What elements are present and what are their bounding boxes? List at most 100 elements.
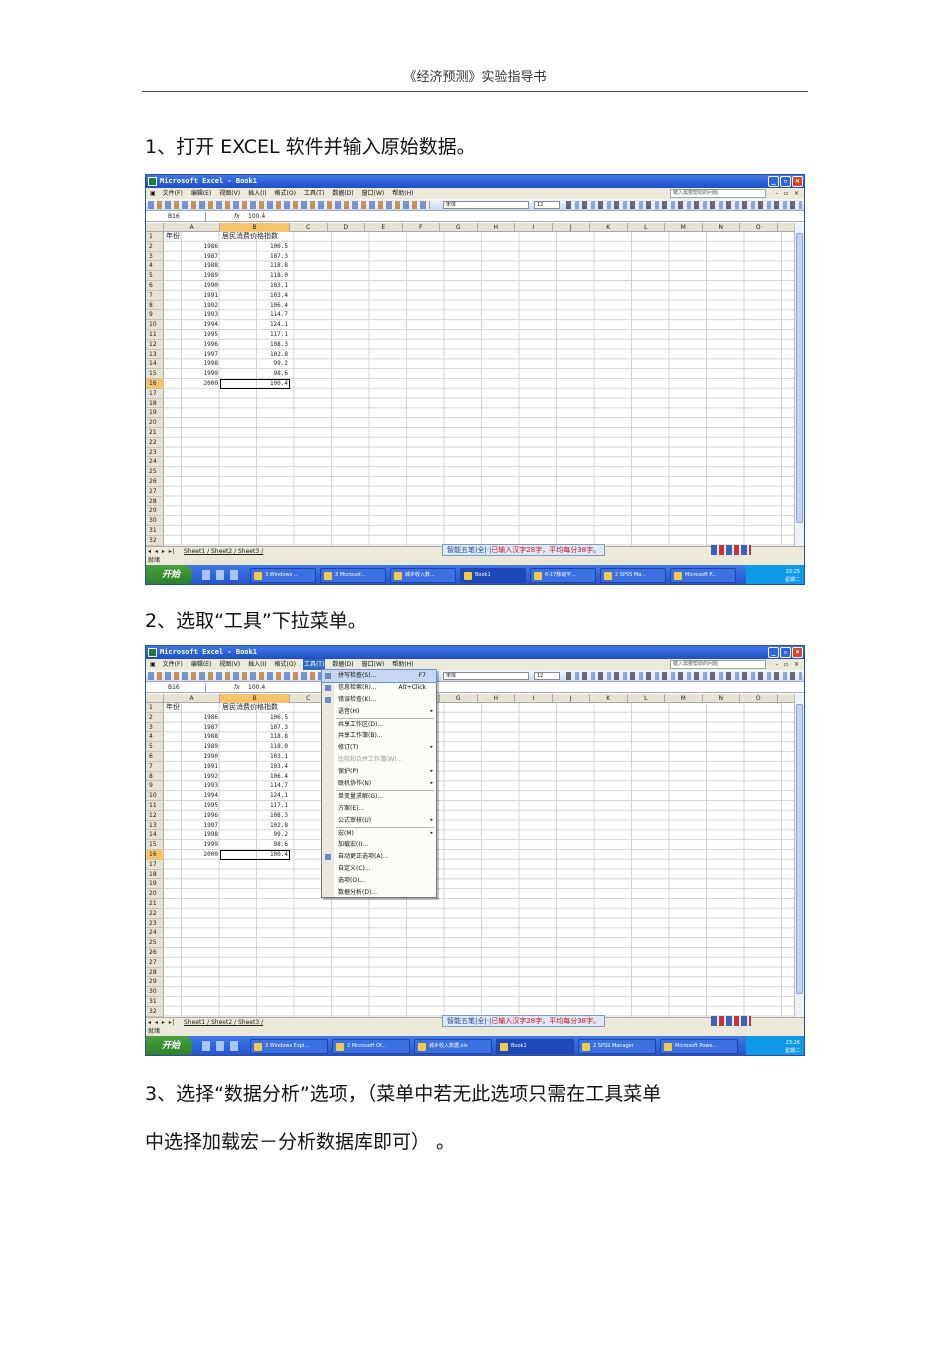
row-header[interactable]: 4 — [146, 732, 164, 743]
cell-cpi[interactable]: 98.6 — [220, 840, 290, 850]
scroll-thumb[interactable] — [796, 704, 803, 994]
cell-year[interactable]: 1990 — [164, 281, 220, 291]
cell-cpi[interactable]: 117.1 — [220, 330, 290, 340]
row-header[interactable]: 10 — [146, 791, 164, 801]
font-size-select[interactable]: 12 — [534, 672, 560, 680]
column-header[interactable]: G — [440, 694, 478, 703]
row-header[interactable]: 9 — [146, 310, 164, 321]
row-header[interactable]: 24 — [146, 928, 164, 939]
taskbar-item[interactable]: 6-17移动平... — [530, 568, 596, 583]
document-window-controls[interactable]: - ▫ × — [776, 188, 801, 199]
menu-item-4[interactable]: 格式(O) — [274, 659, 297, 670]
cell-cpi[interactable]: 103.1 — [220, 281, 290, 291]
cell-cpi[interactable]: 118.0 — [220, 271, 290, 281]
cell-year[interactable]: 1987 — [164, 723, 220, 733]
cell-year[interactable]: 1991 — [164, 291, 220, 301]
cell-cpi[interactable]: 106.5 — [220, 242, 290, 252]
menu-item-1[interactable]: 编辑(E) — [190, 188, 212, 199]
sheet-nav-buttons[interactable]: ◂ ◂ ▸ ▸| — [148, 547, 176, 556]
row-header[interactable]: 22 — [146, 438, 164, 448]
row-header[interactable]: 15 — [146, 369, 164, 379]
row-header[interactable]: 29 — [146, 506, 164, 517]
fx-icon[interactable]: fx — [234, 212, 240, 221]
column-header[interactable]: D — [328, 223, 365, 232]
row-header[interactable]: 2 — [146, 242, 164, 252]
menu-item-8[interactable]: 帮助(H) — [391, 188, 414, 199]
close-icon[interactable]: × — [792, 176, 803, 187]
row-header[interactable]: 22 — [146, 909, 164, 919]
cell-year[interactable]: 1994 — [164, 320, 220, 330]
menu-item-0[interactable]: 文件(F) — [162, 188, 184, 199]
cell-cpi[interactable]: 107.3 — [220, 723, 290, 733]
menu-item-3[interactable]: 插入(I) — [247, 188, 267, 199]
cell-cpi[interactable]: 102.8 — [220, 821, 290, 831]
column-header[interactable]: K — [590, 694, 628, 703]
row-header[interactable]: 6 — [146, 281, 164, 291]
tools-menu-item[interactable]: 错误检查(K)... — [322, 694, 436, 706]
row-header[interactable]: 6 — [146, 752, 164, 762]
font-name-select[interactable]: 宋体 — [443, 672, 529, 680]
quick-launch-icons[interactable] — [202, 570, 244, 580]
row-header[interactable]: 18 — [146, 870, 164, 880]
column-header[interactable]: A — [164, 694, 220, 703]
sheet-tabs[interactable]: Sheet1 / Sheet2 / Sheet3 / — [184, 547, 263, 556]
select-all-corner[interactable] — [146, 694, 164, 703]
tools-menu-item[interactable]: 数据分析(D)... — [322, 887, 436, 899]
maximize-icon[interactable]: ▫ — [780, 176, 791, 187]
cell-year[interactable]: 2000 — [164, 379, 220, 389]
cell-year[interactable]: 1997 — [164, 350, 220, 360]
cell-cpi[interactable]: 106.5 — [220, 713, 290, 723]
row-header[interactable]: 4 — [146, 261, 164, 272]
row-header[interactable]: 30 — [146, 516, 164, 526]
cell-A1[interactable]: 年份 — [164, 232, 220, 242]
tools-menu-item[interactable]: 信息检索(R)... Alt+Click — [322, 682, 436, 694]
column-header[interactable]: H — [478, 223, 515, 232]
ime-tool-icons[interactable] — [711, 545, 751, 555]
column-header[interactable]: J — [553, 694, 590, 703]
row-header[interactable]: 17 — [146, 860, 164, 870]
maximize-icon[interactable]: ▫ — [780, 647, 791, 658]
row-header[interactable]: 8 — [146, 772, 164, 782]
menu-item-7[interactable]: 窗口(W) — [361, 188, 386, 199]
cell-year[interactable]: 1989 — [164, 271, 220, 281]
cell-cpi[interactable]: 124.1 — [220, 320, 290, 330]
formatting-toolbar-icons[interactable] — [566, 201, 802, 209]
tools-menu-item[interactable]: 单变量求解(G)... — [322, 791, 436, 803]
menu-item-5[interactable]: 工具(T) — [303, 188, 325, 199]
cell-year[interactable]: 1999 — [164, 840, 220, 850]
column-header[interactable]: L — [628, 694, 665, 703]
row-header[interactable]: 3 — [146, 723, 164, 733]
row-header[interactable]: 1 — [146, 232, 164, 242]
column-header[interactable]: J — [553, 223, 590, 232]
cell-cpi[interactable]: 118.8 — [220, 261, 290, 271]
cell-year[interactable]: 1999 — [164, 369, 220, 379]
cell-year[interactable]: 1989 — [164, 742, 220, 752]
minimize-icon[interactable]: _ — [768, 647, 779, 658]
ime-tool-icons[interactable] — [711, 1016, 751, 1026]
row-header[interactable]: 28 — [146, 497, 164, 507]
row-header[interactable]: 26 — [146, 477, 164, 487]
column-header[interactable]: G — [440, 223, 478, 232]
column-header[interactable]: K — [590, 223, 628, 232]
vertical-scrollbar[interactable] — [794, 223, 804, 546]
row-header[interactable]: 11 — [146, 330, 164, 340]
cell-cpi[interactable]: 114.7 — [220, 310, 290, 320]
tools-menu-item[interactable]: 保护(P) ▸ — [322, 766, 436, 778]
vertical-scrollbar[interactable] — [794, 694, 804, 1017]
taskbar-item[interactable]: Book1 — [496, 1039, 574, 1054]
taskbar-item[interactable]: 3 Windows ... — [250, 568, 316, 583]
cell-year[interactable]: 1988 — [164, 261, 220, 271]
column-header[interactable]: I — [515, 223, 553, 232]
cell-year[interactable]: 1988 — [164, 732, 220, 742]
cell-year[interactable]: 1996 — [164, 340, 220, 350]
row-header[interactable]: 32 — [146, 536, 164, 546]
menu-item-2[interactable]: 视图(V) — [218, 659, 241, 670]
quick-launch-icons[interactable] — [202, 1041, 244, 1051]
select-all-corner[interactable] — [146, 223, 164, 232]
tools-menu-item[interactable]: 联机协作(N) ▸ — [322, 778, 436, 790]
cell-year[interactable]: 1993 — [164, 310, 220, 320]
cell-year[interactable]: 1996 — [164, 811, 220, 821]
row-header[interactable]: 7 — [146, 762, 164, 772]
row-header[interactable]: 14 — [146, 830, 164, 841]
row-header[interactable]: 16 — [146, 379, 164, 389]
